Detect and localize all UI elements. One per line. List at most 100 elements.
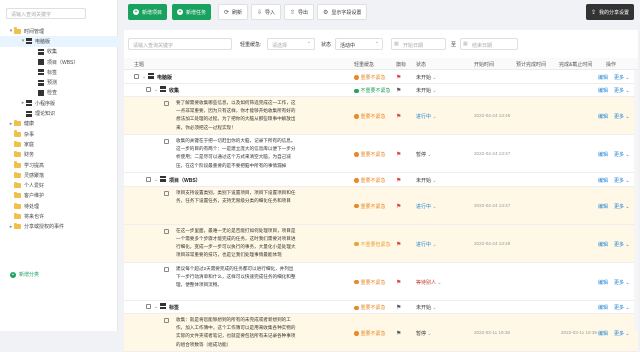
flag-icon[interactable]: ⚑	[396, 74, 401, 81]
edit-link[interactable]: 编辑	[598, 241, 608, 248]
project-row[interactable]: ⌄ 项目（WBS） 重要不紧急 ⚑ 未开始 ⌄ 编辑 更多 ⌄	[124, 173, 638, 187]
row-checkbox[interactable]	[164, 190, 172, 197]
task-description[interactable]: 在这一步里面，最难一无论是否能打如何处理项目，项目是一个需要多个步骤才能完成的任…	[176, 227, 296, 260]
more-dropdown[interactable]: 更多 ⌄	[614, 203, 630, 210]
status-dropdown[interactable]: 暂停 ⌄	[416, 151, 432, 158]
task-row[interactable]: 收集：就是将您能够想到的所有的未完成或者新想到的工作，加入工作簿中，这个工作簿可…	[124, 314, 638, 352]
row-checkbox[interactable]	[146, 87, 151, 93]
flag-icon[interactable]: ⚑	[396, 241, 401, 248]
priority-badge[interactable]: 不重要但紧急	[354, 241, 391, 248]
row-checkbox[interactable]	[146, 304, 151, 310]
edit-link[interactable]: 编辑	[598, 279, 608, 286]
more-dropdown[interactable]: 更多 ⌄	[614, 241, 630, 248]
tree-node[interactable]: 客户维护	[0, 191, 118, 201]
status-dropdown[interactable]: 进行中 ⌄	[416, 241, 437, 248]
more-dropdown[interactable]: 更多 ⌄	[614, 304, 630, 311]
flag-icon[interactable]: ⚑	[396, 279, 401, 286]
priority-badge[interactable]: 重要不紧急	[354, 113, 386, 120]
flag-icon[interactable]: ⚑	[396, 203, 401, 210]
row-checkbox[interactable]	[164, 101, 172, 107]
tree-node[interactable]: 灵感聚落	[0, 170, 118, 180]
refresh-button[interactable]: ⟳ 刷新	[218, 4, 249, 20]
status-select[interactable]: 活动中	[335, 38, 383, 50]
table-search-input[interactable]: 请输入查询关键字	[128, 38, 232, 50]
edit-link[interactable]: 编辑	[598, 330, 608, 337]
priority-badge[interactable]: 重要不紧急	[354, 279, 386, 286]
sidebar-search-input[interactable]: 请输入查询关键字	[6, 8, 86, 19]
flag-icon[interactable]: ⚑	[396, 330, 401, 337]
tree-node[interactable]: 杂事	[0, 129, 118, 139]
edit-link[interactable]: 编辑	[598, 203, 608, 210]
priority-badge[interactable]: 重要不紧急	[354, 330, 386, 337]
status-dropdown[interactable]: 暂停 ⌄	[416, 330, 432, 337]
new-project-button[interactable]: + 新增项目	[128, 4, 168, 20]
import-button[interactable]: ⇩ 导入	[251, 4, 282, 20]
flag-icon[interactable]: ⚑	[396, 113, 401, 120]
status-dropdown[interactable]: 未开始 ⌄	[416, 87, 437, 94]
priority-badge[interactable]: 重要不紧急	[354, 203, 386, 210]
tree-node[interactable]: 标签	[0, 67, 118, 77]
row-checkbox[interactable]	[164, 139, 172, 145]
my-share-button[interactable]: ⇪ 我的分享设置	[586, 4, 635, 20]
status-dropdown[interactable]: 进行中 ⌄	[416, 113, 437, 120]
priority-badge[interactable]: 重要不紧急	[354, 151, 386, 158]
project-row[interactable]: ⌄ 电脑版 重要不紧急 ⚑ 未开始 ⌄ 编辑 更多 ⌄	[124, 70, 638, 84]
project-row[interactable]: ⌄ 收集 不重要不紧急 ⚑ 未开始 ⌄ 编辑 更多 ⌄	[124, 84, 638, 97]
expand-toggle[interactable]: ⌄	[134, 74, 149, 80]
tree-node[interactable]: ▾ 电脑版	[0, 36, 118, 47]
priority-badge[interactable]: 重要不紧急	[354, 304, 386, 311]
edit-link[interactable]: 编辑	[598, 177, 608, 184]
status-dropdown[interactable]: 未开始 ⌄	[416, 304, 437, 311]
more-dropdown[interactable]: 更多 ⌄	[614, 113, 630, 120]
add-category-button[interactable]: + 新增分类	[10, 271, 39, 278]
flag-icon[interactable]: ⚑	[396, 304, 401, 311]
task-row[interactable]: 项目支持设置类别，类别下设置项目，项目下设置项目和任务，任务下设置任务，支持无限…	[124, 186, 638, 225]
row-checkbox[interactable]	[164, 318, 172, 324]
row-checkbox[interactable]	[134, 73, 139, 79]
more-dropdown[interactable]: 更多 ⌄	[614, 330, 630, 337]
field-settings-button[interactable]: ⚙ 显示字段设置	[317, 4, 368, 20]
project-row[interactable]: ⌄ 标签 重要不紧急 ⚑ 未开始 ⌄ 编辑 更多 ⌄	[124, 301, 638, 314]
tree-node[interactable]: ▸ 分享或授权的事件	[0, 222, 118, 232]
flag-icon[interactable]: ⚑	[396, 177, 401, 184]
more-dropdown[interactable]: 更多 ⌄	[614, 177, 630, 184]
row-checkbox[interactable]	[164, 228, 172, 235]
start-date-picker[interactable]: ▦ 开始日期	[391, 38, 446, 50]
task-description[interactable]: 建议每个超过2天需要完成的任务都可以进行细化，并列出下一步行动清单和什么，这样可…	[176, 265, 296, 290]
tree-node[interactable]: 财务	[0, 150, 118, 160]
tree-node[interactable]: 收集	[0, 47, 118, 57]
row-checkbox[interactable]	[146, 176, 151, 182]
new-task-button[interactable]: + 新增任务	[172, 4, 212, 20]
expand-toggle[interactable]: ⌄	[146, 304, 161, 310]
tree-node[interactable]: 理论知识	[0, 108, 118, 118]
task-row[interactable]: 建议每个超过2天需要完成的任务都可以进行细化，并列出下一步行动清单和什么，这样可…	[124, 263, 638, 301]
edit-link[interactable]: 编辑	[598, 74, 608, 81]
tree-node[interactable]: 家庭	[0, 139, 118, 149]
expand-toggle[interactable]: ⌄	[146, 87, 161, 93]
status-dropdown[interactable]: 进行中 ⌄	[416, 203, 437, 210]
tree-node[interactable]: 个人爱好	[0, 180, 118, 190]
task-row[interactable]: 要了解需要收集哪些信息，以及如何筛选完成这一工作，这一点非常重要，因为只有这样，…	[124, 97, 638, 135]
export-button[interactable]: ⇧ 导出	[284, 4, 315, 20]
edit-link[interactable]: 编辑	[598, 87, 608, 94]
tree-node[interactable]: 将来也许	[0, 211, 118, 221]
tree-node[interactable]: ▸ 小程序版	[0, 98, 118, 108]
status-dropdown[interactable]: 等待别人 ⌄	[416, 279, 442, 286]
task-description[interactable]: 收集的关键在于把一切赶出你的大脑，记录下所有的信息。这一步的目的有两个：一是建立…	[176, 137, 296, 170]
table-scrollbar[interactable]	[634, 70, 638, 331]
edit-link[interactable]: 编辑	[598, 113, 608, 120]
task-row[interactable]: 收集的关键在于把一切赶出你的大脑，记录下所有的信息。这一步的目的有两个：一是建立…	[124, 135, 638, 173]
flag-icon[interactable]: ⚑	[396, 87, 401, 94]
task-description[interactable]: 项目支持设置类别，类别下设置项目，项目下设置项目和任务，任务下设置任务，支持无限…	[176, 189, 296, 205]
priority-select[interactable]: 请选择	[267, 38, 315, 50]
more-dropdown[interactable]: 更多 ⌄	[614, 87, 630, 94]
tree-node[interactable]: ▸ 健康	[0, 119, 118, 129]
edit-link[interactable]: 编辑	[598, 151, 608, 158]
status-dropdown[interactable]: 未开始 ⌄	[416, 177, 437, 184]
row-checkbox[interactable]	[164, 266, 172, 273]
priority-badge[interactable]: 不重要不紧急	[354, 87, 391, 94]
task-row[interactable]: 在这一步里面，最难一无论是否能打如何处理项目，项目是一个需要多个步骤才能完成的任…	[124, 224, 638, 263]
priority-badge[interactable]: 重要不紧急	[354, 177, 386, 184]
tree-node[interactable]: 学习提高	[0, 160, 118, 170]
expand-toggle[interactable]: ⌄	[146, 177, 161, 183]
